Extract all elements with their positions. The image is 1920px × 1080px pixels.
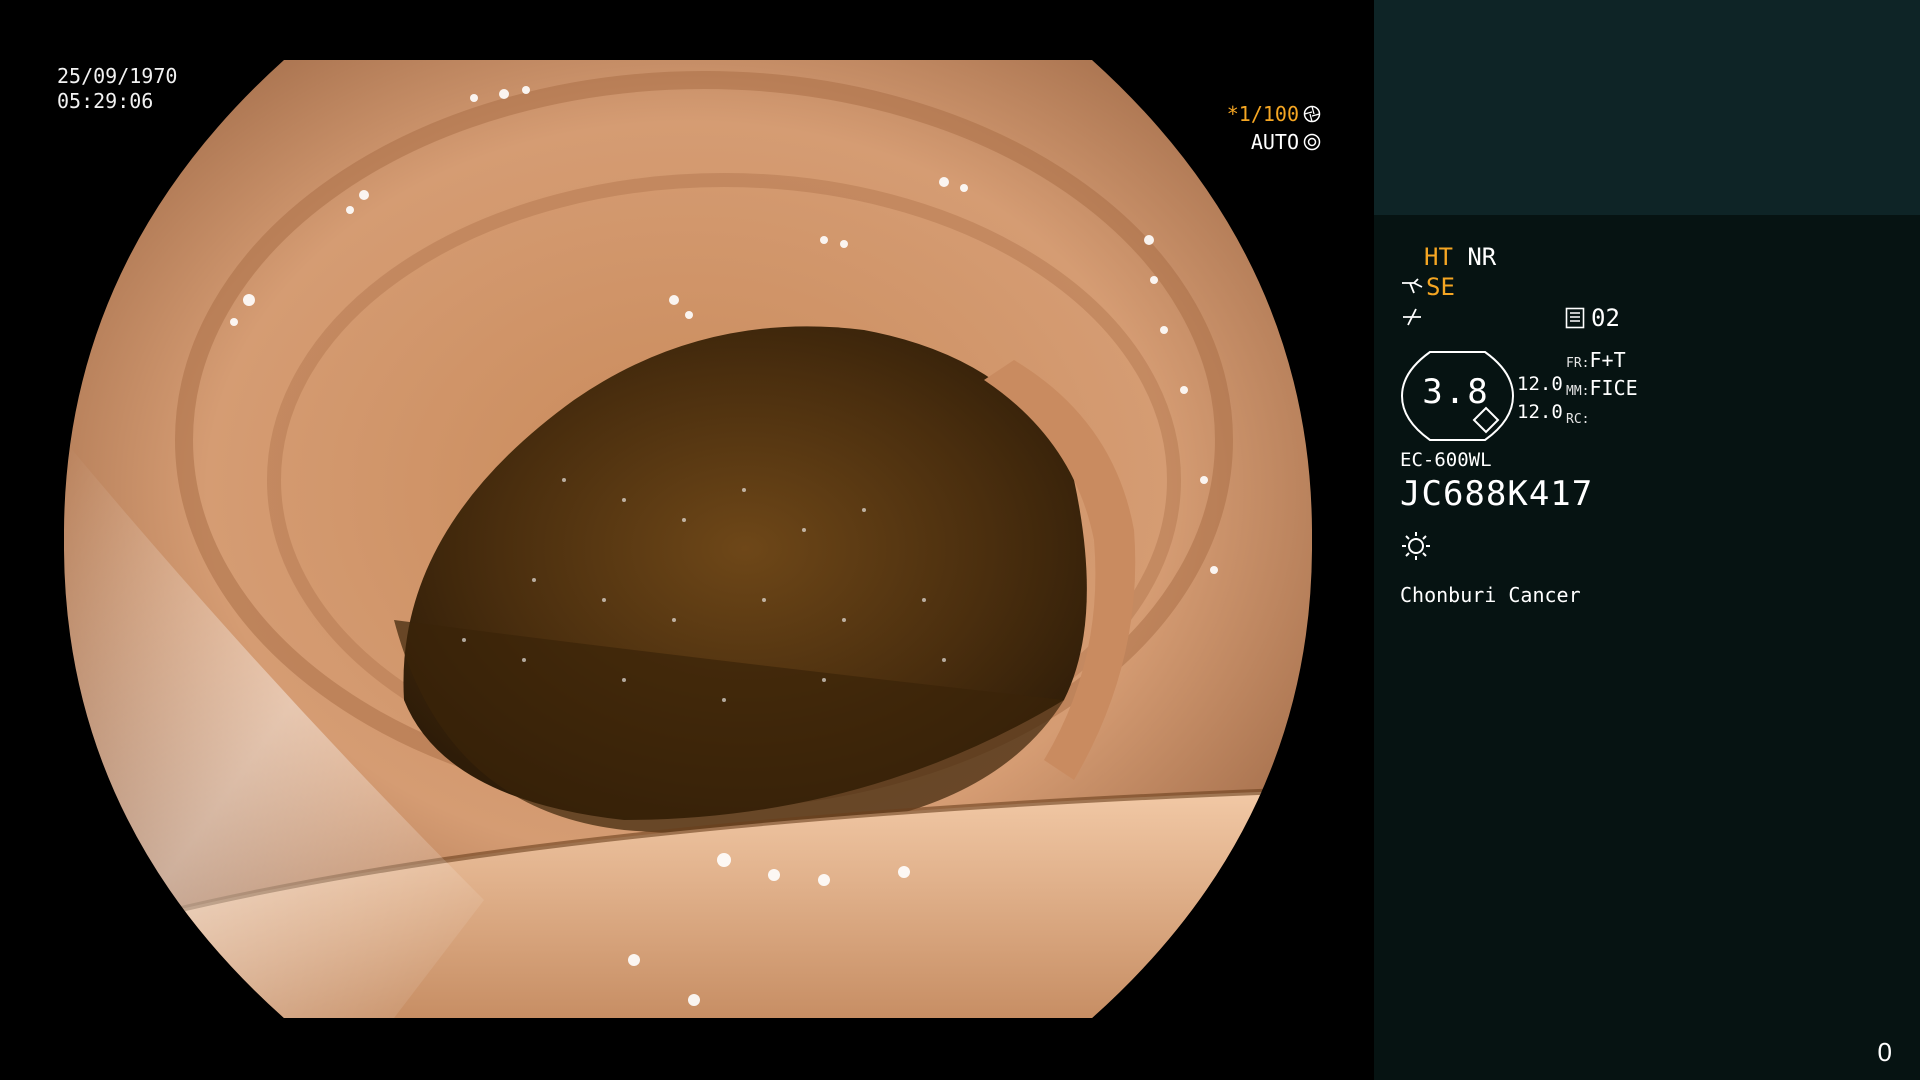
iris-row: AUTO — [1227, 128, 1321, 156]
rc-label: RC: — [1566, 412, 1590, 427]
noise-reduction-label: NR — [1467, 243, 1497, 271]
level-2: 12.0 — [1517, 401, 1563, 423]
light-source-icon — [1402, 532, 1430, 560]
memory-page-readout: 02 — [1565, 304, 1620, 332]
enhancement-row: SE — [1400, 273, 1455, 301]
processing-mode-row: HT NR — [1424, 243, 1496, 271]
time-text: 05:29:06 — [57, 89, 154, 113]
level-1: 12.0 — [1517, 373, 1563, 395]
scope-model: EC-600WL — [1400, 449, 1492, 471]
memory-card-icon — [1565, 307, 1585, 329]
endoscope-image-area: 25/09/1970 05:29:06 *1/100 AUTO — [0, 0, 1374, 1080]
page-number: 02 — [1591, 304, 1620, 332]
enhancement-mode-label: SE — [1426, 273, 1455, 301]
date-text: 25/09/1970 — [57, 64, 178, 88]
signal-icon — [1403, 308, 1421, 326]
signal-row — [1400, 305, 1424, 335]
shutter-row: *1/100 — [1227, 100, 1321, 128]
param-mm: MM:FICE — [1566, 376, 1638, 404]
shutter-speed: *1/100 — [1226, 102, 1299, 126]
datetime-readout: 25/09/1970 05:29:06 — [57, 64, 177, 114]
zoom-value: 3.8 — [1422, 372, 1490, 412]
param-rc: RC: — [1566, 404, 1638, 432]
mm-label: MM: — [1566, 384, 1590, 399]
scope-serial: JC688K417 — [1400, 474, 1594, 514]
info-panel-header — [1374, 0, 1920, 215]
scope-tip-icon — [1402, 278, 1423, 294]
aperture-icon — [1303, 105, 1321, 123]
hospital-name: Chonburi Cancer — [1400, 583, 1581, 607]
endoscopic-view — [64, 60, 1312, 1018]
fr-label: FR: — [1566, 356, 1590, 371]
iris-mode: AUTO — [1250, 130, 1299, 154]
param-fr: FR:F+T — [1566, 348, 1638, 376]
level-readouts: 12.0 12.0 — [1517, 370, 1563, 426]
frame-counter: 0 — [1877, 1037, 1892, 1067]
info-panel — [1374, 215, 1920, 1080]
iris-icon — [1303, 133, 1321, 151]
fr-value: F+T — [1589, 348, 1626, 372]
imaging-params: FR:F+T MM:FICE RC: — [1566, 348, 1638, 432]
shutter-readout: *1/100 AUTO — [1227, 100, 1321, 156]
mm-value: FICE — [1589, 376, 1638, 400]
endoscopic-image — [64, 60, 1312, 1018]
structure-enhance-label: HT — [1424, 243, 1453, 271]
